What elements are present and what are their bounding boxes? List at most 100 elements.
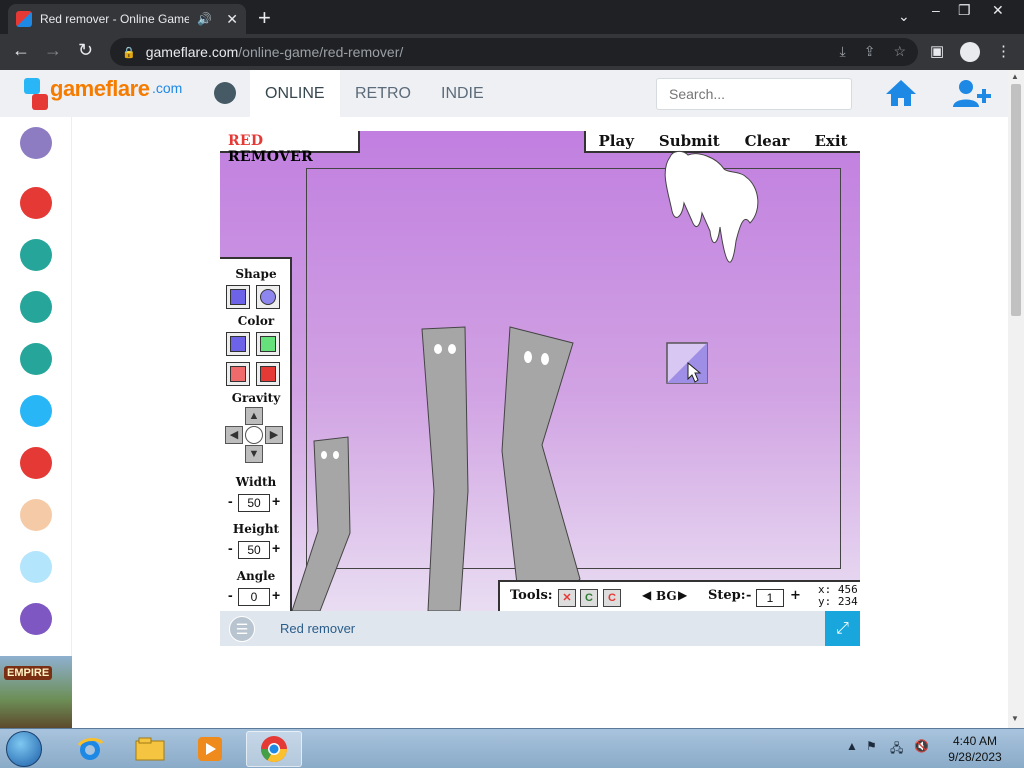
volume-muted-icon[interactable]: 🔇	[914, 739, 929, 753]
tools-label: Tools:	[510, 588, 553, 603]
gravity-left-arrow-icon[interactable]: ◀	[225, 426, 243, 444]
site-logo-suffix: .com	[152, 80, 183, 96]
tab-retro[interactable]: RETRO	[340, 70, 426, 117]
add-user-icon[interactable]	[952, 78, 992, 108]
gravity-down-arrow-icon[interactable]: ▼	[245, 445, 263, 463]
gameflare-logo-mark-icon[interactable]	[24, 76, 50, 112]
share-icon[interactable]: ⇪	[864, 43, 876, 60]
home-icon[interactable]	[884, 78, 918, 108]
width-field[interactable]: 50	[238, 494, 270, 512]
angle-label: Angle	[236, 569, 276, 583]
red-color-button[interactable]	[256, 362, 280, 386]
step-field[interactable]: 1	[756, 589, 784, 607]
clock-time: 4:40 AM	[952, 734, 998, 748]
side-panel-icon[interactable]: ▣	[930, 42, 944, 60]
angle-decrease-button[interactable]: -	[228, 587, 233, 603]
install-icon[interactable]: ⤓	[840, 43, 846, 60]
height-field[interactable]: 50	[238, 541, 270, 559]
scroll-down-icon[interactable]: ▼	[1011, 714, 1019, 723]
angle-field[interactable]: 0	[238, 588, 270, 606]
new-tab-button[interactable]: +	[258, 5, 271, 31]
chrome-taskbar-icon[interactable]	[246, 731, 302, 767]
category-sidebar	[0, 117, 72, 728]
tab-indie[interactable]: INDIE	[426, 70, 499, 117]
media-player-icon[interactable]	[182, 731, 238, 767]
scroll-up-icon[interactable]: ▲	[1011, 72, 1019, 81]
car-icon[interactable]	[20, 343, 52, 375]
step-decrease-button[interactable]: -	[746, 588, 751, 603]
gravity-none-icon[interactable]	[245, 426, 263, 444]
profile-avatar-icon[interactable]	[960, 42, 980, 62]
page-scrollbar[interactable]: ▲ ▼	[1008, 70, 1024, 728]
network-icon[interactable]: 🖧	[890, 739, 903, 760]
speaker-icon[interactable]: 🔊	[197, 12, 212, 26]
bg-next-arrow-icon[interactable]: ▶	[678, 588, 687, 602]
pink-color-button[interactable]	[226, 362, 250, 386]
forward-arrow-icon[interactable]: →	[44, 40, 62, 61]
square-shape-button[interactable]	[226, 285, 250, 309]
browser-titlebar: Red remover - Online Game 🔊 ✕ + ⌄ – ❐ ✕	[0, 0, 1024, 34]
play-icon[interactable]	[20, 187, 52, 219]
girl-icon[interactable]	[20, 499, 52, 531]
browser-toolbar: ← → ↻ 🔒 gameflare.com/online-game/red-re…	[0, 34, 1024, 70]
width-increase-button[interactable]: +	[272, 493, 280, 509]
circle-shape-button[interactable]	[256, 285, 280, 309]
eye-shape	[448, 344, 456, 354]
restore-icon[interactable]: ❐	[958, 2, 971, 19]
empire-game-promo[interactable]: EMPIRE	[0, 656, 72, 728]
gravity-up-arrow-icon[interactable]: ▲	[245, 407, 263, 425]
gravity-label: Gravity	[231, 391, 281, 405]
tray-expand-icon[interactable]: ▲	[846, 739, 858, 753]
fullscreen-icon[interactable]: ⤢	[825, 611, 860, 646]
address-bar[interactable]: 🔒 gameflare.com/online-game/red-remover/…	[110, 38, 918, 66]
action-center-icon[interactable]: ⚑	[866, 739, 877, 753]
snail-icon[interactable]	[20, 603, 52, 635]
internet-explorer-icon[interactable]	[62, 731, 118, 767]
close-window-icon[interactable]: ✕	[992, 2, 1004, 19]
start-button[interactable]	[6, 731, 42, 767]
delete-tool-button[interactable]: ✕	[558, 589, 576, 607]
gamepad-icon[interactable]	[20, 395, 52, 427]
url-text: gameflare.com/online-game/red-remover/	[145, 44, 404, 60]
green-tool-button[interactable]: C	[580, 589, 598, 607]
editor-tool-panel: Shape Color Gravity ▲ ◀ ▶ ▼ Width - 50 +…	[220, 257, 292, 611]
scrollbar-thumb[interactable]	[1011, 84, 1021, 316]
height-decrease-button[interactable]: -	[228, 540, 233, 556]
browser-menu-icon[interactable]: ⋮	[996, 42, 1011, 60]
gravity-right-arrow-icon[interactable]: ▶	[265, 426, 283, 444]
minimize-icon[interactable]: –	[932, 2, 940, 18]
red-tool-button[interactable]: C	[603, 589, 621, 607]
youtube-games-icon[interactable]	[20, 127, 52, 159]
color-label: Color	[237, 314, 275, 328]
gray-pillar-tall[interactable]	[421, 326, 469, 611]
group-icon[interactable]	[20, 551, 52, 583]
taskbar-clock[interactable]: 4:40 AM 9/28/2023	[940, 733, 1010, 765]
tab-title: Red remover - Online Game	[39, 12, 190, 26]
globe-icon[interactable]	[214, 82, 236, 104]
site-logo[interactable]: gameflare	[50, 76, 150, 102]
blue-color-button[interactable]	[226, 332, 250, 356]
back-arrow-icon[interactable]: ←	[12, 40, 30, 61]
green-color-button[interactable]	[256, 332, 280, 356]
file-explorer-icon[interactable]	[122, 731, 178, 767]
tab-online[interactable]: ONLINE	[250, 70, 340, 117]
browser-tab[interactable]: Red remover - Online Game 🔊 ✕	[8, 4, 246, 34]
gray-pillar-short[interactable]	[291, 436, 351, 611]
step-increase-button[interactable]: +	[790, 588, 801, 603]
angle-increase-button[interactable]: +	[272, 587, 280, 603]
tab-search-chevron-icon[interactable]: ⌄	[898, 8, 910, 25]
game-canvas[interactable]: RED REMOVER Play Submit Clear Exit Shape…	[220, 131, 860, 611]
search-input[interactable]	[656, 78, 852, 110]
3d-glasses-icon[interactable]	[20, 239, 52, 271]
close-tab-icon[interactable]: ✕	[226, 11, 238, 28]
clown-icon[interactable]	[20, 447, 52, 479]
penguin-icon[interactable]	[20, 291, 52, 323]
gray-pillar-bent[interactable]	[501, 326, 581, 611]
height-increase-button[interactable]: +	[272, 540, 280, 556]
bookmark-star-icon[interactable]: ☆	[893, 43, 906, 60]
width-decrease-button[interactable]: -	[228, 493, 233, 509]
scene-layer	[291, 150, 759, 611]
reload-icon[interactable]: ↻	[78, 40, 93, 61]
hamburger-menu-icon[interactable]: ☰	[229, 616, 255, 642]
bg-prev-arrow-icon[interactable]: ◀	[642, 588, 651, 602]
